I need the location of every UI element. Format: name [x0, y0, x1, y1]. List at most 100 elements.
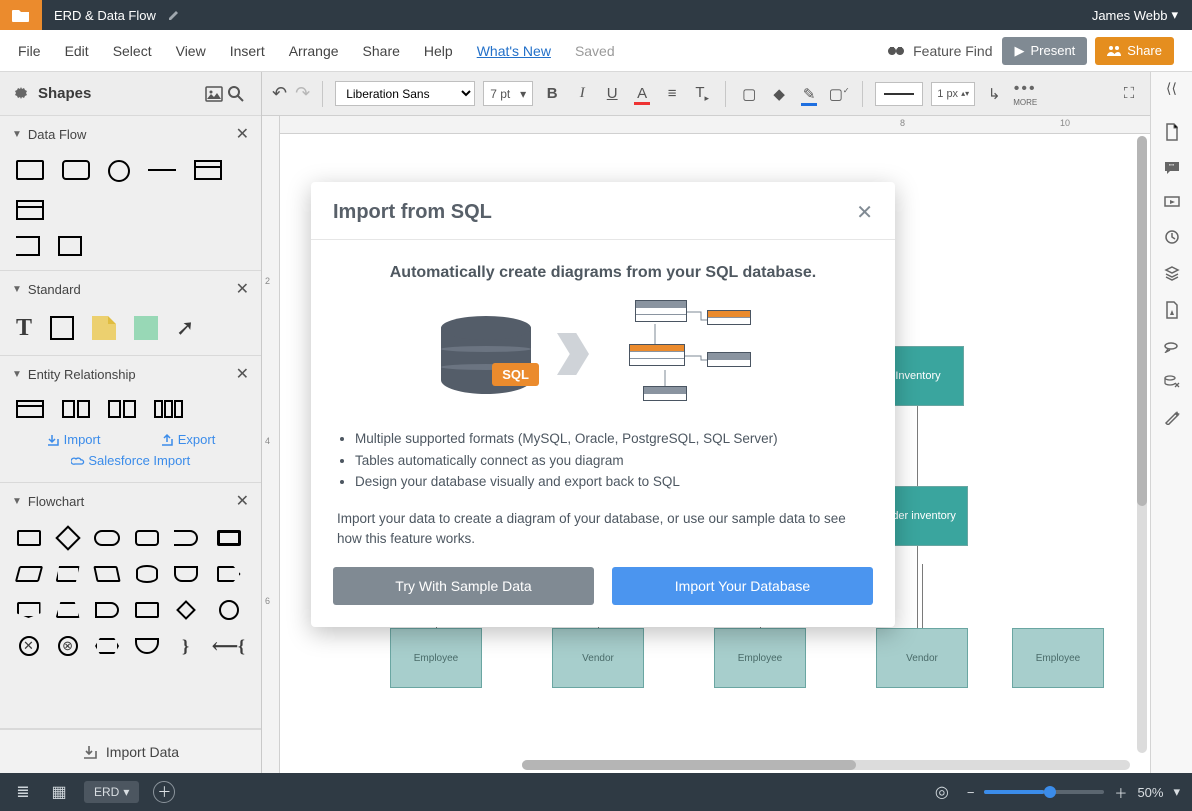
shape-entity-2col-alt[interactable]	[108, 400, 136, 418]
import-database-button[interactable]: Import Your Database	[612, 567, 873, 605]
border-color-button[interactable]: ✎	[798, 85, 820, 103]
vertical-scrollbar[interactable]	[1137, 136, 1147, 753]
menu-select[interactable]: Select	[113, 43, 164, 59]
shape-note[interactable]	[92, 316, 116, 340]
shape-fc-15[interactable]	[94, 599, 120, 621]
magic-icon[interactable]	[1164, 409, 1180, 425]
entity-box[interactable]: Employee	[390, 628, 482, 688]
line-routing-button[interactable]: ↳	[983, 85, 1005, 103]
present-button[interactable]: ▶ Present	[1002, 37, 1087, 65]
search-icon[interactable]	[227, 85, 249, 103]
document-title[interactable]: ERD & Data Flow	[42, 8, 168, 23]
shape-fc-18[interactable]	[212, 599, 245, 621]
comment-icon[interactable]: ""	[1164, 161, 1180, 175]
menu-view[interactable]: View	[176, 43, 218, 59]
shape-process-round[interactable]	[62, 160, 90, 180]
menu-share[interactable]: Share	[363, 43, 412, 59]
shape-fc-10[interactable]	[134, 563, 159, 585]
zoom-in-icon[interactable]: ＋	[1114, 783, 1127, 802]
page-tab[interactable]: ERD▾	[84, 781, 139, 803]
shape-frame-button[interactable]: ▢	[738, 85, 760, 103]
shape-entity-3col[interactable]	[154, 400, 183, 418]
shape-options-button[interactable]: ▢✓	[828, 85, 850, 103]
menu-insert[interactable]: Insert	[230, 43, 277, 59]
master-icon[interactable]	[1164, 301, 1180, 319]
shape-fc-19[interactable]: ✕	[16, 635, 41, 657]
close-icon[interactable]: ✕	[236, 364, 249, 384]
user-menu[interactable]: James Webb ▾	[1078, 7, 1192, 23]
shape-entity-2col[interactable]	[62, 400, 90, 418]
horizontal-scrollbar[interactable]	[522, 760, 1130, 770]
feature-find[interactable]: Feature Find	[887, 43, 992, 59]
shape-datastore2[interactable]	[58, 236, 82, 256]
shape-entity[interactable]	[16, 400, 44, 418]
menu-arrange[interactable]: Arrange	[289, 43, 351, 59]
shape-text[interactable]: T	[16, 316, 32, 340]
align-button[interactable]: ≡	[661, 85, 683, 102]
entity-box[interactable]: Employee	[1012, 628, 1104, 688]
shape-fc-14[interactable]	[55, 599, 80, 621]
add-page-button[interactable]: ＋	[153, 781, 175, 803]
presentation-icon[interactable]	[1164, 195, 1180, 209]
text-color-button[interactable]: A	[631, 85, 653, 102]
shape-fc-23[interactable]: }	[173, 635, 198, 657]
line-width-select[interactable]: 1 px ▴▾	[931, 82, 975, 106]
share-button[interactable]: Share	[1095, 37, 1174, 65]
entity-box[interactable]: Employee	[714, 628, 806, 688]
shape-hotspot[interactable]	[134, 316, 158, 340]
entity-box[interactable]: Vendor	[876, 628, 968, 688]
shape-flowline[interactable]	[148, 169, 176, 171]
undo-button[interactable]: ↶	[272, 83, 287, 104]
shape-fc-1[interactable]	[16, 527, 41, 549]
fullscreen-button[interactable]: ⛶	[1118, 85, 1140, 102]
section-dataflow-header[interactable]: ▼ Data Flow ✕	[0, 116, 261, 152]
image-icon[interactable]	[205, 86, 227, 102]
rename-icon[interactable]	[168, 9, 180, 21]
target-icon[interactable]: ◎	[931, 782, 953, 802]
shape-datastore-circle[interactable]	[108, 160, 130, 182]
list-view-icon[interactable]: ≣	[12, 782, 34, 802]
shape-fc-21[interactable]	[94, 635, 120, 657]
folder-icon[interactable]	[0, 0, 42, 30]
shape-fc-17[interactable]	[173, 599, 198, 621]
shape-fc-6[interactable]	[212, 527, 245, 549]
close-icon[interactable]: ✕	[236, 491, 249, 511]
shape-fc-9[interactable]	[94, 563, 120, 585]
menu-file[interactable]: File	[18, 43, 53, 59]
erd-import-link[interactable]: Import	[46, 432, 101, 447]
collapse-dock-icon[interactable]: ⟨⟨	[1166, 80, 1177, 97]
italic-button[interactable]: I	[571, 85, 593, 102]
close-icon[interactable]: ✕	[236, 279, 249, 299]
zoom-control[interactable]: − ＋ 50% ▾	[967, 783, 1180, 802]
data-linking-icon[interactable]	[1164, 373, 1180, 389]
font-select[interactable]: Liberation Sans	[335, 81, 475, 106]
fill-button[interactable]: ◆	[768, 85, 790, 103]
menu-help[interactable]: Help	[424, 43, 465, 59]
salesforce-import-link[interactable]: Salesforce Import	[16, 453, 245, 468]
erd-export-link[interactable]: Export	[160, 432, 216, 447]
grid-view-icon[interactable]: ▦	[48, 782, 70, 802]
redo-button[interactable]: ↷	[295, 83, 310, 104]
shape-fc-20[interactable]: ⊗	[55, 635, 80, 657]
text-style-button[interactable]: T▸	[691, 84, 713, 104]
whats-new-link[interactable]: What's New	[477, 43, 563, 59]
shape-fc-5[interactable]	[173, 527, 198, 549]
underline-button[interactable]: U	[601, 85, 623, 102]
layers-icon[interactable]	[1164, 265, 1180, 281]
shape-external2[interactable]	[16, 200, 44, 220]
shape-fc-3[interactable]	[94, 527, 120, 549]
section-entity-header[interactable]: ▼ Entity Relationship ✕	[0, 356, 261, 392]
shape-external[interactable]	[194, 160, 222, 180]
shape-fc-24[interactable]: ⟵{	[212, 635, 245, 657]
bold-button[interactable]: B	[541, 85, 563, 102]
zoom-out-icon[interactable]: −	[967, 785, 975, 800]
shape-fc-22[interactable]	[134, 635, 159, 657]
menu-edit[interactable]: Edit	[65, 43, 101, 59]
shape-datastore[interactable]	[16, 236, 40, 256]
shape-process[interactable]	[16, 160, 44, 180]
shape-fc-8[interactable]	[55, 563, 80, 585]
history-icon[interactable]	[1164, 229, 1180, 245]
page-icon[interactable]	[1164, 123, 1180, 141]
close-icon[interactable]: ✕	[856, 200, 873, 225]
shape-block[interactable]	[50, 316, 74, 340]
